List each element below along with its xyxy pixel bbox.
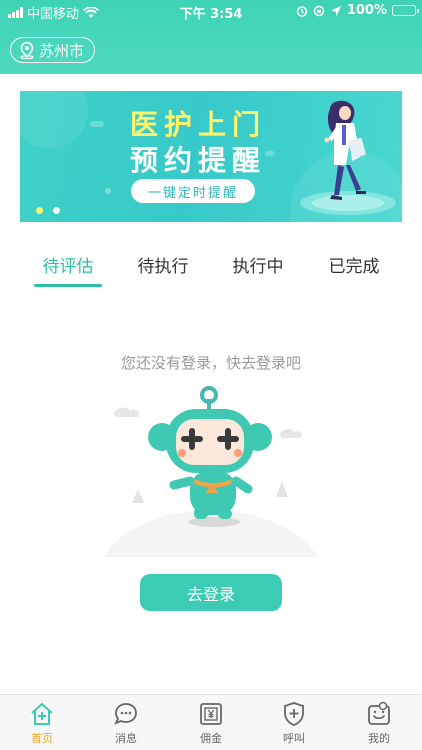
- banner-title: 医护上门: [130, 108, 267, 141]
- tab-pending-execution[interactable]: 待执行: [118, 252, 208, 277]
- tabbar-label: 呼叫: [283, 732, 305, 745]
- message-icon: [114, 703, 137, 725]
- mascot-illustration-icon: [104, 386, 318, 557]
- tabbar-label: 佣金: [200, 732, 222, 745]
- tabbar-item-home[interactable]: 首页: [12, 701, 72, 746]
- tab-in-progress[interactable]: 执行中: [213, 252, 303, 277]
- app-header: 中国移动 下午 3:54 100% 苏州市: [0, 0, 422, 74]
- login-prompt-message: 您还没有登录，快去登录吧: [120, 354, 301, 372]
- tabbar-item-call[interactable]: 呼叫: [264, 701, 324, 746]
- city-selector[interactable]: 苏州市: [10, 37, 96, 63]
- order-status-tabs: 待评估 待执行 执行中 已完成: [0, 246, 422, 290]
- battery-icon: [392, 5, 419, 16]
- location-pin-icon: [20, 41, 34, 59]
- tabbar-item-profile[interactable]: 我的: [349, 701, 409, 746]
- tab-pending-evaluation[interactable]: 待评估: [23, 252, 113, 277]
- login-button[interactable]: 去登录: [140, 574, 282, 611]
- tabbar-label: 我的: [368, 732, 390, 745]
- city-name: 苏州市: [39, 41, 85, 60]
- doctor-illustration-icon: [300, 100, 396, 215]
- location-arrow-icon: [330, 5, 341, 16]
- alarm-icon: [296, 5, 308, 17]
- banner-pagination: [36, 207, 60, 214]
- profile-icon: [368, 701, 390, 725]
- commission-icon: [200, 703, 222, 725]
- rotation-lock-icon: [313, 5, 325, 16]
- active-tab-indicator: [34, 284, 102, 287]
- banner-dot-2[interactable]: [53, 207, 60, 214]
- promo-banner[interactable]: 医护上门 预约提醒 一键定时提醒: [20, 91, 402, 222]
- bottom-tab-bar: 首页 消息 佣金 呼叫 我的: [0, 694, 422, 750]
- tabbar-item-commission[interactable]: 佣金: [181, 701, 241, 746]
- tab-completed[interactable]: 已完成: [309, 252, 399, 277]
- home-icon: [31, 703, 53, 725]
- call-shield-icon: [284, 702, 304, 726]
- banner-subtitle: 预约提醒: [130, 144, 267, 177]
- banner-dot-1[interactable]: [36, 207, 43, 214]
- tabbar-label: 消息: [115, 732, 137, 745]
- banner-reminder-button[interactable]: 一键定时提醒: [131, 179, 255, 203]
- tabbar-label: 首页: [31, 732, 53, 745]
- status-bar: 中国移动 下午 3:54 100%: [0, 0, 422, 22]
- tabbar-item-messages[interactable]: 消息: [96, 701, 156, 746]
- battery-percent: 100%: [346, 3, 387, 18]
